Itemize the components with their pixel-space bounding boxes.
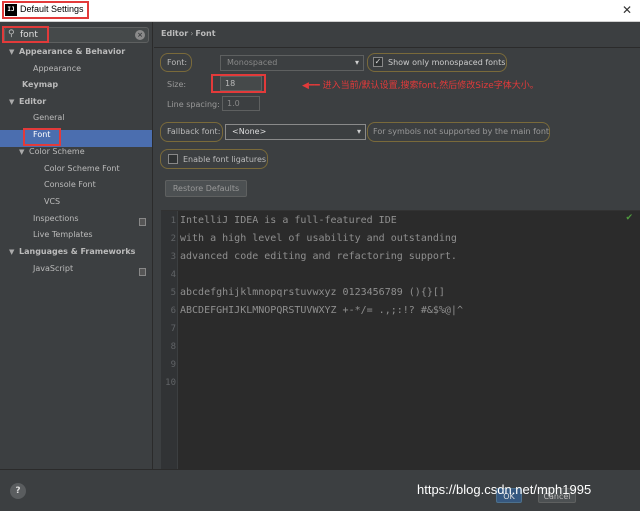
sidebar-item-label: General — [33, 113, 65, 122]
font-family-value: Monospaced — [227, 58, 278, 67]
line-number: 9 — [170, 360, 176, 370]
sidebar-item-label: Color Scheme Font — [44, 164, 120, 173]
preview-line: abcdefghijklmnopqrstuvwxyz 0123456789 ()… — [180, 287, 445, 298]
size-label: Size: — [167, 80, 187, 89]
sidebar-item-color-scheme-font[interactable]: Color Scheme Font — [44, 164, 120, 181]
breadcrumb-editor: Editor — [161, 29, 189, 38]
search-highlight-box — [2, 26, 49, 43]
sidebar-item-label: Appearance & Behavior — [19, 47, 126, 56]
sidebar-item-label: VCS — [44, 197, 61, 206]
sidebar-item-label: JavaScript — [33, 264, 74, 273]
project-settings-icon — [139, 268, 146, 276]
inspection-ok-icon: ✔ — [625, 213, 633, 223]
fallback-font-select[interactable]: <None> ▾ — [225, 124, 366, 140]
header-divider — [154, 47, 640, 48]
sidebar-item-console-font[interactable]: Console Font — [44, 180, 96, 197]
fallback-font-label: Fallback font: — [167, 127, 221, 136]
preview-line: ABCDEFGHIJKLMNOPQRSTUVWXYZ +-*/= .,;:!? … — [180, 305, 463, 316]
sidebar-item-editor[interactable]: ▼ Editor — [9, 97, 46, 114]
enable-ligatures-checkbox[interactable] — [168, 154, 178, 164]
show-monospaced-checkbox[interactable]: ✓ — [373, 57, 383, 67]
preview-line: advanced code editing and refactoring su… — [180, 251, 457, 262]
font-highlight-box — [23, 128, 61, 146]
help-icon[interactable]: ? — [10, 483, 26, 499]
size-highlight-box — [211, 74, 266, 93]
fallback-font-value: <None> — [232, 127, 267, 136]
sidebar-item-label: Live Templates — [33, 230, 93, 239]
font-family-select[interactable]: Monospaced ▾ — [220, 55, 364, 71]
project-settings-icon — [139, 218, 146, 226]
sidebar-item-label: Appearance — [33, 64, 82, 73]
line-spacing-label: Line spacing: — [167, 100, 220, 109]
sidebar-item-label: Editor — [19, 97, 47, 106]
line-number: 4 — [170, 270, 176, 280]
clear-search-icon[interactable]: × — [135, 30, 145, 40]
sidebar-item-appearance[interactable]: Appearance — [33, 64, 81, 81]
line-number-gutter: 1 2 3 4 5 6 7 8 9 10 — [161, 211, 178, 470]
sidebar-item-javascript[interactable]: JavaScript — [33, 264, 152, 281]
preview-line: IntelliJ IDEA is a full-featured IDE — [180, 215, 397, 226]
line-spacing-input[interactable]: 1.0 — [222, 96, 260, 111]
settings-sidebar: ⚲ font × ▼ Appearance & Behavior Appearan… — [0, 22, 153, 469]
sidebar-item-live-templates[interactable]: Live Templates — [33, 230, 93, 247]
dropdown-arrow-icon: ▾ — [356, 127, 361, 136]
title-bar: IJ Default Settings ✕ — [0, 0, 640, 22]
expand-arrow-icon[interactable]: ▼ — [19, 148, 29, 156]
font-preview-editor[interactable]: 1 2 3 4 5 6 7 8 9 10 IntelliJ IDEA is a … — [161, 210, 640, 470]
sidebar-item-label: Keymap — [22, 80, 59, 89]
close-window-button[interactable]: ✕ — [622, 3, 632, 17]
sidebar-item-color-scheme[interactable]: ▼ Color Scheme — [19, 147, 85, 164]
sidebar-item-label: Inspections — [33, 214, 79, 223]
font-settings-panel: Editor › Font Font: Monospaced ▾ ✓ Show on… — [154, 22, 640, 470]
line-number: 8 — [170, 342, 176, 352]
line-number: 5 — [170, 288, 176, 298]
sidebar-item-vcs[interactable]: VCS — [44, 197, 60, 214]
breadcrumb-font: Font — [195, 29, 216, 38]
title-highlight-box — [2, 1, 89, 19]
fallback-font-hint: For symbols not supported by the main fo… — [373, 127, 550, 136]
annotation-arrow-icon: ◀━━ — [302, 81, 320, 91]
line-number: 7 — [170, 324, 176, 334]
expand-arrow-icon[interactable]: ▼ — [9, 248, 19, 256]
enable-ligatures-label: Enable font ligatures — [183, 155, 267, 164]
sidebar-item-languages-frameworks[interactable]: ▼ Languages & Frameworks — [9, 247, 135, 264]
font-label: Font: — [167, 58, 188, 67]
sidebar-item-label: Languages & Frameworks — [19, 247, 136, 256]
expand-arrow-icon[interactable]: ▼ — [9, 98, 19, 106]
breadcrumb: Editor › Font — [161, 29, 216, 38]
line-number: 2 — [170, 234, 176, 244]
line-number: 10 — [165, 378, 176, 388]
sidebar-item-appearance-behavior[interactable]: ▼ Appearance & Behavior — [9, 47, 125, 64]
preview-line: with a high level of usability and outst… — [180, 233, 457, 244]
dropdown-arrow-icon: ▾ — [354, 58, 359, 67]
sidebar-item-keymap[interactable]: Keymap — [22, 80, 58, 97]
restore-defaults-button[interactable]: Restore Defaults — [165, 180, 247, 197]
line-number: 1 — [170, 216, 176, 226]
sidebar-item-label: Color Scheme — [29, 147, 85, 156]
annotation-text: 进入当前/默认设置,搜索font,然后修改Size字体大小。 — [322, 81, 539, 91]
annotation-arrow-note: ◀━━ 进入当前/默认设置,搜索font,然后修改Size字体大小。 — [302, 78, 539, 91]
show-monospaced-label: Show only monospaced fonts — [388, 58, 506, 67]
line-number: 6 — [170, 306, 176, 316]
sidebar-item-label: Console Font — [44, 180, 96, 189]
watermark-text: https://blog.csdn.net/mph1995 — [417, 482, 592, 497]
sidebar-item-inspections[interactable]: Inspections — [33, 214, 152, 231]
expand-arrow-icon[interactable]: ▼ — [9, 48, 19, 56]
line-number: 3 — [170, 252, 176, 262]
